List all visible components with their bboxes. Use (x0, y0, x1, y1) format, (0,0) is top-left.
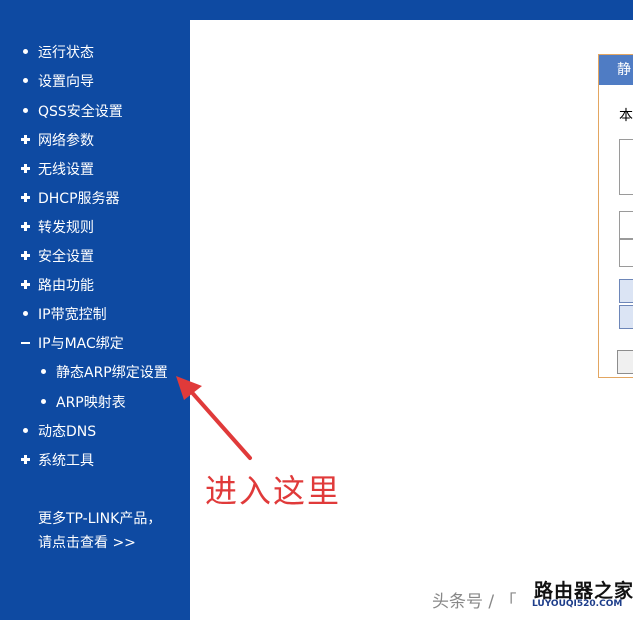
sidebar-item-label: 运行状态 (38, 45, 94, 61)
sidebar-item-routing[interactable]: 路由功能 (20, 274, 94, 296)
panel-description: 本 (619, 108, 633, 124)
expand-plus-icon (20, 454, 32, 466)
sidebar-item-running-status[interactable]: 运行状态 (20, 41, 94, 63)
sidebar-item-ddns[interactable]: 动态DNS (20, 420, 96, 442)
bullet-dot-icon (20, 425, 32, 437)
static-arp-panel: 静 本 (598, 54, 633, 378)
logo-sub-text: LUYOUQI520.COM (532, 599, 623, 609)
panel-button[interactable] (619, 305, 633, 329)
sidebar-item-qss-security[interactable]: QSS安全设置 (20, 100, 123, 122)
annotation-label: 进入这里 (205, 472, 342, 510)
expand-plus-icon (20, 279, 32, 291)
top-banner (0, 0, 633, 20)
bullet-dot-icon (20, 105, 32, 117)
watermark-text: 头条号 / 「 (432, 592, 517, 612)
panel-bottom-button[interactable] (617, 350, 633, 374)
sidebar-item-label: IP带宽控制 (38, 307, 107, 323)
expand-plus-icon (20, 192, 32, 204)
expand-plus-icon (20, 221, 32, 233)
sidebar-item-forwarding[interactable]: 转发规则 (20, 216, 94, 238)
sidebar-item-network-params[interactable]: 网络参数 (20, 129, 94, 151)
panel-options-box[interactable] (619, 139, 633, 195)
sidebar-item-label: DHCP服务器 (38, 191, 120, 207)
sidebar-subitem-static-arp[interactable]: 静态ARP绑定设置 (38, 361, 168, 383)
sidebar-item-label: 无线设置 (38, 162, 94, 178)
sidebar-item-bandwidth[interactable]: IP带宽控制 (20, 303, 107, 325)
sidebar-item-label: 路由功能 (38, 278, 94, 294)
main-content (190, 20, 633, 620)
annotation-arrow-icon (176, 376, 252, 460)
panel-title: 静 (599, 55, 633, 85)
sidebar-item-label: ARP映射表 (56, 395, 126, 411)
sidebar-item-label: 系统工具 (38, 453, 94, 469)
expand-plus-icon (20, 250, 32, 262)
sidebar-item-wireless[interactable]: 无线设置 (20, 158, 94, 180)
sidebar-item-label: 静态ARP绑定设置 (56, 365, 168, 381)
sidebar-subitem-arp-table[interactable]: ARP映射表 (38, 391, 126, 413)
sidebar-item-setup-wizard[interactable]: 设置向导 (20, 70, 94, 92)
promo-line: 请点击查看 >> (38, 535, 136, 551)
sidebar-item-label: 转发规则 (38, 220, 94, 236)
more-products-link[interactable]: 更多TP-LINK产品， 请点击查看 >> (38, 507, 161, 555)
sidebar-item-ip-mac-binding[interactable]: IP与MAC绑定 (20, 332, 124, 354)
panel-button[interactable] (619, 279, 633, 303)
sidebar-item-dhcp[interactable]: DHCP服务器 (20, 187, 120, 209)
sidebar-item-label: 安全设置 (38, 249, 94, 265)
panel-table-row (619, 211, 633, 239)
bullet-dot-icon (20, 46, 32, 58)
sidebar-item-label: 设置向导 (38, 74, 94, 90)
sidebar-item-label: QSS安全设置 (38, 104, 123, 120)
site-logo: 路由器之家 LUYOUQI520.COM (528, 576, 633, 612)
sidebar-item-label: 网络参数 (38, 133, 94, 149)
expand-plus-icon (20, 163, 32, 175)
panel-table-row (619, 239, 633, 267)
expand-plus-icon (20, 134, 32, 146)
bullet-dot-icon (20, 308, 32, 320)
bullet-dot-icon (38, 396, 50, 408)
collapse-minus-icon (20, 337, 32, 349)
sidebar-item-label: 动态DNS (38, 424, 97, 440)
sidebar-item-label: IP与MAC绑定 (38, 336, 124, 352)
promo-line: 更多TP-LINK产品， (38, 511, 162, 527)
sidebar-item-security[interactable]: 安全设置 (20, 245, 94, 267)
bullet-dot-icon (20, 75, 32, 87)
sidebar-menu: 运行状态 设置向导 QSS安全设置 网络参数 无线设置 DHCP服务器 转发规则… (0, 20, 190, 620)
sidebar-item-system-tools[interactable]: 系统工具 (20, 449, 94, 471)
bullet-dot-icon (38, 366, 50, 378)
